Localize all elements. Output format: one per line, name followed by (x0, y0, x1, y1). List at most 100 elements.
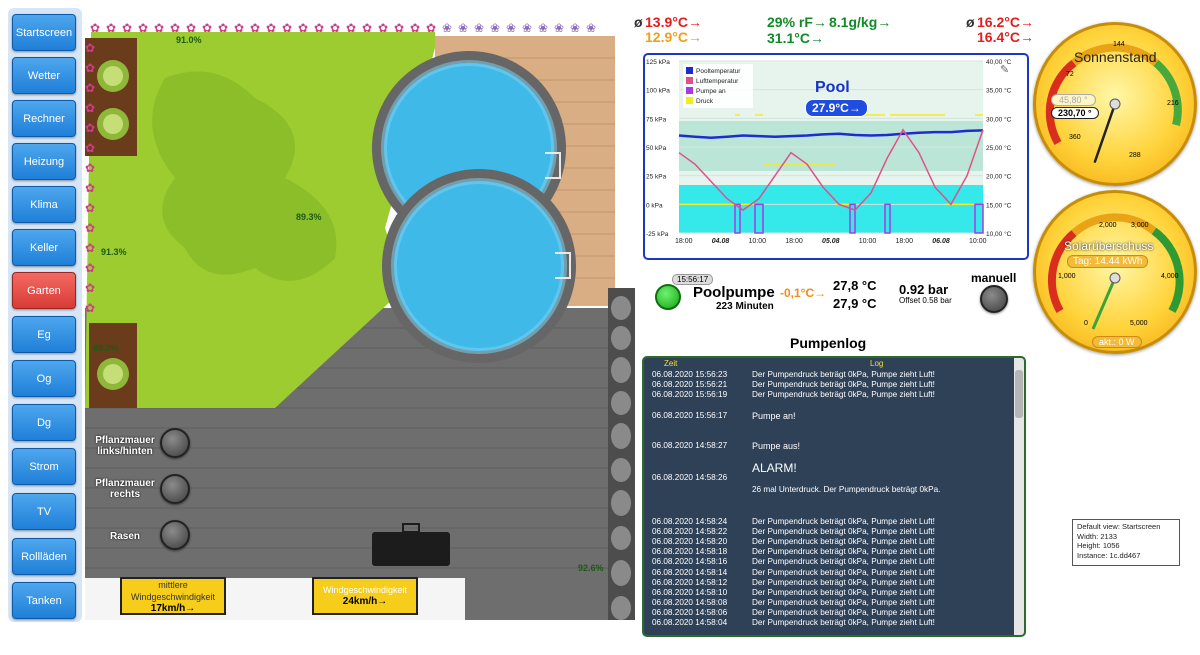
x-tick: 10:00 (969, 238, 987, 245)
log-header: Zeit Log (644, 358, 1024, 370)
y-right-tick: 15,00 °C (986, 201, 1012, 209)
log-row: 06.08.2020 14:58:12 Der Pumpendruck beträ… (652, 577, 935, 587)
switch-rasen-button[interactable] (160, 520, 190, 550)
pump-mode-label: manuell (971, 271, 1017, 285)
pump-name: Poolpumpe (693, 284, 775, 301)
legend-swatch (686, 67, 693, 74)
legend-swatch (686, 77, 693, 84)
y-left-tick: 50 kPa (646, 145, 667, 152)
nav-button-garten[interactable]: Garten (12, 272, 76, 309)
log-row: 06.08.2020 14:58:06 Der Pumpendruck beträ… (652, 608, 935, 618)
wind-average-title: mittlere Windgeschwindigkeit (130, 580, 216, 602)
flower-border-left: ✿ ✿ ✿ ✿ ✿ ✿ ✿ ✿ ✿ ✿ ✿ ✿ ✿ ✿ (85, 41, 96, 315)
moisture-lawn: 89.3% (296, 212, 322, 222)
y-left-tick: 0 kPa (646, 202, 663, 209)
avg-symbol-left: ø (634, 14, 643, 30)
x-tick: 18:00 (675, 238, 693, 245)
log-row: 06.08.2020 14:58:10 Der Pumpendruck beträ… (652, 587, 935, 597)
nav-button-keller[interactable]: Keller (12, 229, 76, 266)
legend-label: Druck (696, 98, 714, 105)
pump-delta: -0,1°C→ (780, 286, 827, 300)
moisture-top: 91.0% (176, 35, 202, 45)
log-scrollbar[interactable] (1014, 358, 1024, 635)
log-row: 06.08.2020 14:58:24 Der Pumpendruck beträ… (652, 516, 935, 526)
humidity-relative: 29% rF→ (767, 14, 827, 30)
pump-temp-2: 27,9 °C (833, 296, 877, 311)
nav-button-wetter[interactable]: Wetter (12, 57, 76, 94)
pump-pressure: 0.92 bar (899, 282, 949, 297)
log-entry-pump-on: 06.08.2020 15:56:17 Pumpe an! (652, 410, 796, 421)
pencil-icon[interactable]: ✎ (1000, 63, 1009, 76)
wind-average-value: 17km/h→ (150, 603, 196, 614)
log-row: 06.08.2020 15:56:19 Der Pumpendruck beträ… (652, 390, 935, 400)
switch-label-pflanzmauer-rechts: Pflanzmauer rechts (95, 478, 155, 500)
nav-button-tv[interactable]: TV (12, 493, 76, 530)
y-left-tick: -25 kPa (646, 231, 669, 238)
pump-mode-button[interactable] (980, 285, 1008, 313)
wind-average-panel: mittlere Windgeschwindigkeit 17km/h→ (120, 577, 226, 615)
log-col-log: Log (870, 359, 884, 368)
solar-current: akt.: 0 W (1092, 336, 1142, 348)
sun-elevation: 45,80 ° (1051, 94, 1096, 106)
pump-offset: Offset 0.58 bar (899, 296, 952, 305)
x-tick: 04.08 (712, 238, 730, 245)
nav-button-tanken[interactable]: Tanken (12, 582, 76, 619)
y-right-tick: 10,00 °C (986, 230, 1012, 238)
chart-title: Pool (815, 79, 850, 96)
y-right-tick: 20,00 °C (986, 173, 1012, 181)
view-info-box: Default view: Startscreen Width: 2133 He… (1072, 519, 1180, 566)
solar-day-total: Tag: 14.44 kWh (1067, 255, 1149, 268)
sun-tick-216: 216 (1167, 100, 1179, 107)
legend-label: Pooltemperatur (696, 68, 741, 75)
pump-minutes: 223 Minuten (716, 301, 774, 312)
avg-symbol-right: ø (966, 14, 975, 30)
solar-tick-3000: 3,000 (1131, 222, 1149, 229)
pool-chart[interactable]: Pooltemperatur Lufttemperatur Pumpe an Druc… (643, 53, 1029, 260)
nav-button-klima[interactable]: Klima (12, 186, 76, 223)
solar-surplus-gauge: 2,000 3,000 1,000 4,000 0 5,000 Solarübe… (1033, 190, 1197, 354)
pump-log[interactable]: Zeit Log 06.08.2020 15:56:23 Der Pumpendr… (642, 356, 1026, 637)
nav-button-og[interactable]: Og (12, 360, 76, 397)
x-tick: 18:00 (785, 238, 803, 245)
y-left-tick: 100 kPa (646, 88, 670, 95)
chart-current-temp: 27.9°C→ (805, 99, 868, 117)
log-row: 06.08.2020 14:58:16 Der Pumpendruck beträ… (652, 557, 935, 567)
log-col-time: Zeit (664, 359, 678, 368)
nav-button-heizung[interactable]: Heizung (12, 143, 76, 180)
info-line-instance: Instance: 1c.dd467 (1077, 550, 1141, 560)
legend-swatch (686, 97, 693, 104)
solar-title: Solarüberschuss (1064, 239, 1154, 253)
switch-label-rasen: Rasen (109, 531, 140, 542)
legend-label: Pumpe an (696, 88, 726, 95)
nav-button-dg[interactable]: Dg (12, 404, 76, 441)
x-tick: 10:00 (749, 238, 767, 245)
switch-pflanzmauer-links-button[interactable] (160, 428, 190, 458)
log-row: 06.08.2020 14:58:04 Der Pumpendruck beträ… (652, 618, 935, 628)
nav-button-strom[interactable]: Strom (12, 448, 76, 485)
y-right-tick: 25,00 °C (986, 144, 1012, 152)
solar-tick-5000: 5,000 (1130, 320, 1148, 327)
sun-position-gauge: Sonnenstand 144 72 216 360 288 45,80 ° 2… (1033, 22, 1197, 186)
y-left-tick: 75 kPa (646, 116, 667, 123)
moisture-bed: 89.3% (93, 343, 119, 353)
nav-button-eg[interactable]: Eg (12, 316, 76, 353)
wind-current-title: Windgeschwindigkeit (322, 585, 408, 595)
switch-pflanzmauer-rechts-button[interactable] (160, 474, 190, 504)
pump-status-led[interactable] (655, 284, 681, 310)
log-title: Pumpenlog (790, 335, 867, 351)
temp-left-top: 13.9°C→ (645, 14, 702, 30)
nav-button-startscreen[interactable]: Startscreen (12, 14, 76, 51)
log-row: 06.08.2020 14:58:20 Der Pumpendruck beträ… (652, 536, 935, 546)
switch-label-pflanzmauer-links: Pflanzmauer links/hinten (95, 435, 155, 457)
wind-current-value: 24km/h→ (342, 596, 388, 607)
pump-temp-1: 27,8 °C (833, 278, 877, 293)
nav-button-rolllaeden[interactable]: Rollläden (12, 538, 76, 575)
wind-current-panel: Windgeschwindigkeit 24km/h→ (312, 577, 418, 615)
temp-right-bottom: 16.4°C→ (977, 29, 1034, 45)
x-tick: 18:00 (896, 238, 914, 245)
nav-button-rechner[interactable]: Rechner (12, 100, 76, 137)
log-entry-alarm: 06.08.2020 14:58:26 ALARM! 26 mal Unterd… (652, 460, 941, 494)
solar-tick-4000: 4,000 (1161, 273, 1179, 280)
y-left-tick: 125 kPa (646, 59, 670, 66)
sun-title: Sonnenstand (1074, 49, 1157, 65)
